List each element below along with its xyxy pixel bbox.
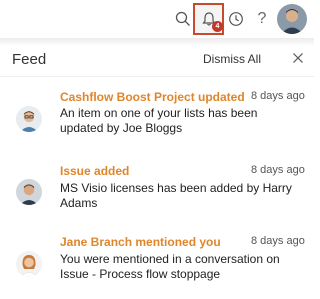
search-icon: [175, 11, 190, 26]
search-button[interactable]: [172, 8, 194, 30]
close-button[interactable]: [290, 50, 306, 66]
user-avatar[interactable]: [277, 4, 307, 34]
feed-item-time: 8 days ago: [251, 235, 305, 247]
divider: [0, 76, 314, 77]
notification-count-badge: 4: [212, 21, 223, 32]
feed-item[interactable]: Issue added 8 days ago MS Visio licenses…: [0, 158, 314, 228]
feed-item-time: 8 days ago: [251, 90, 305, 102]
dismiss-all-button[interactable]: Dismiss All: [203, 52, 261, 66]
help-button[interactable]: ?: [251, 8, 273, 30]
panel-shadow: [0, 38, 314, 46]
feed-item-title: Jane Branch mentioned you: [60, 235, 221, 249]
feed-item-body: An item on one of your lists has been up…: [60, 106, 258, 135]
avatar: [16, 106, 42, 132]
feed-item[interactable]: Jane Branch mentioned you 8 days ago You…: [0, 228, 314, 298]
notifications-button[interactable]: 4: [193, 3, 224, 35]
top-bar: 4 ?: [0, 0, 314, 40]
feed-item-title: Cashflow Boost Project updated: [60, 90, 245, 104]
user-avatar-image: [277, 4, 307, 34]
feed-item[interactable]: Cashflow Boost Project updated 8 days ag…: [0, 86, 314, 156]
feed-item-body: You were mentioned in a conversation on …: [60, 252, 280, 281]
close-icon: [293, 53, 303, 63]
feed-item-title: Issue added: [60, 164, 130, 178]
help-icon: ?: [257, 10, 267, 27]
recent-button[interactable]: [225, 8, 247, 30]
clock-icon: [229, 12, 243, 26]
avatar: [16, 251, 42, 277]
feed-title: Feed: [12, 51, 47, 68]
feed-item-body: MS Visio licenses has been added by Harr…: [60, 181, 292, 210]
feed-item-time: 8 days ago: [251, 164, 305, 176]
avatar: [16, 179, 42, 205]
